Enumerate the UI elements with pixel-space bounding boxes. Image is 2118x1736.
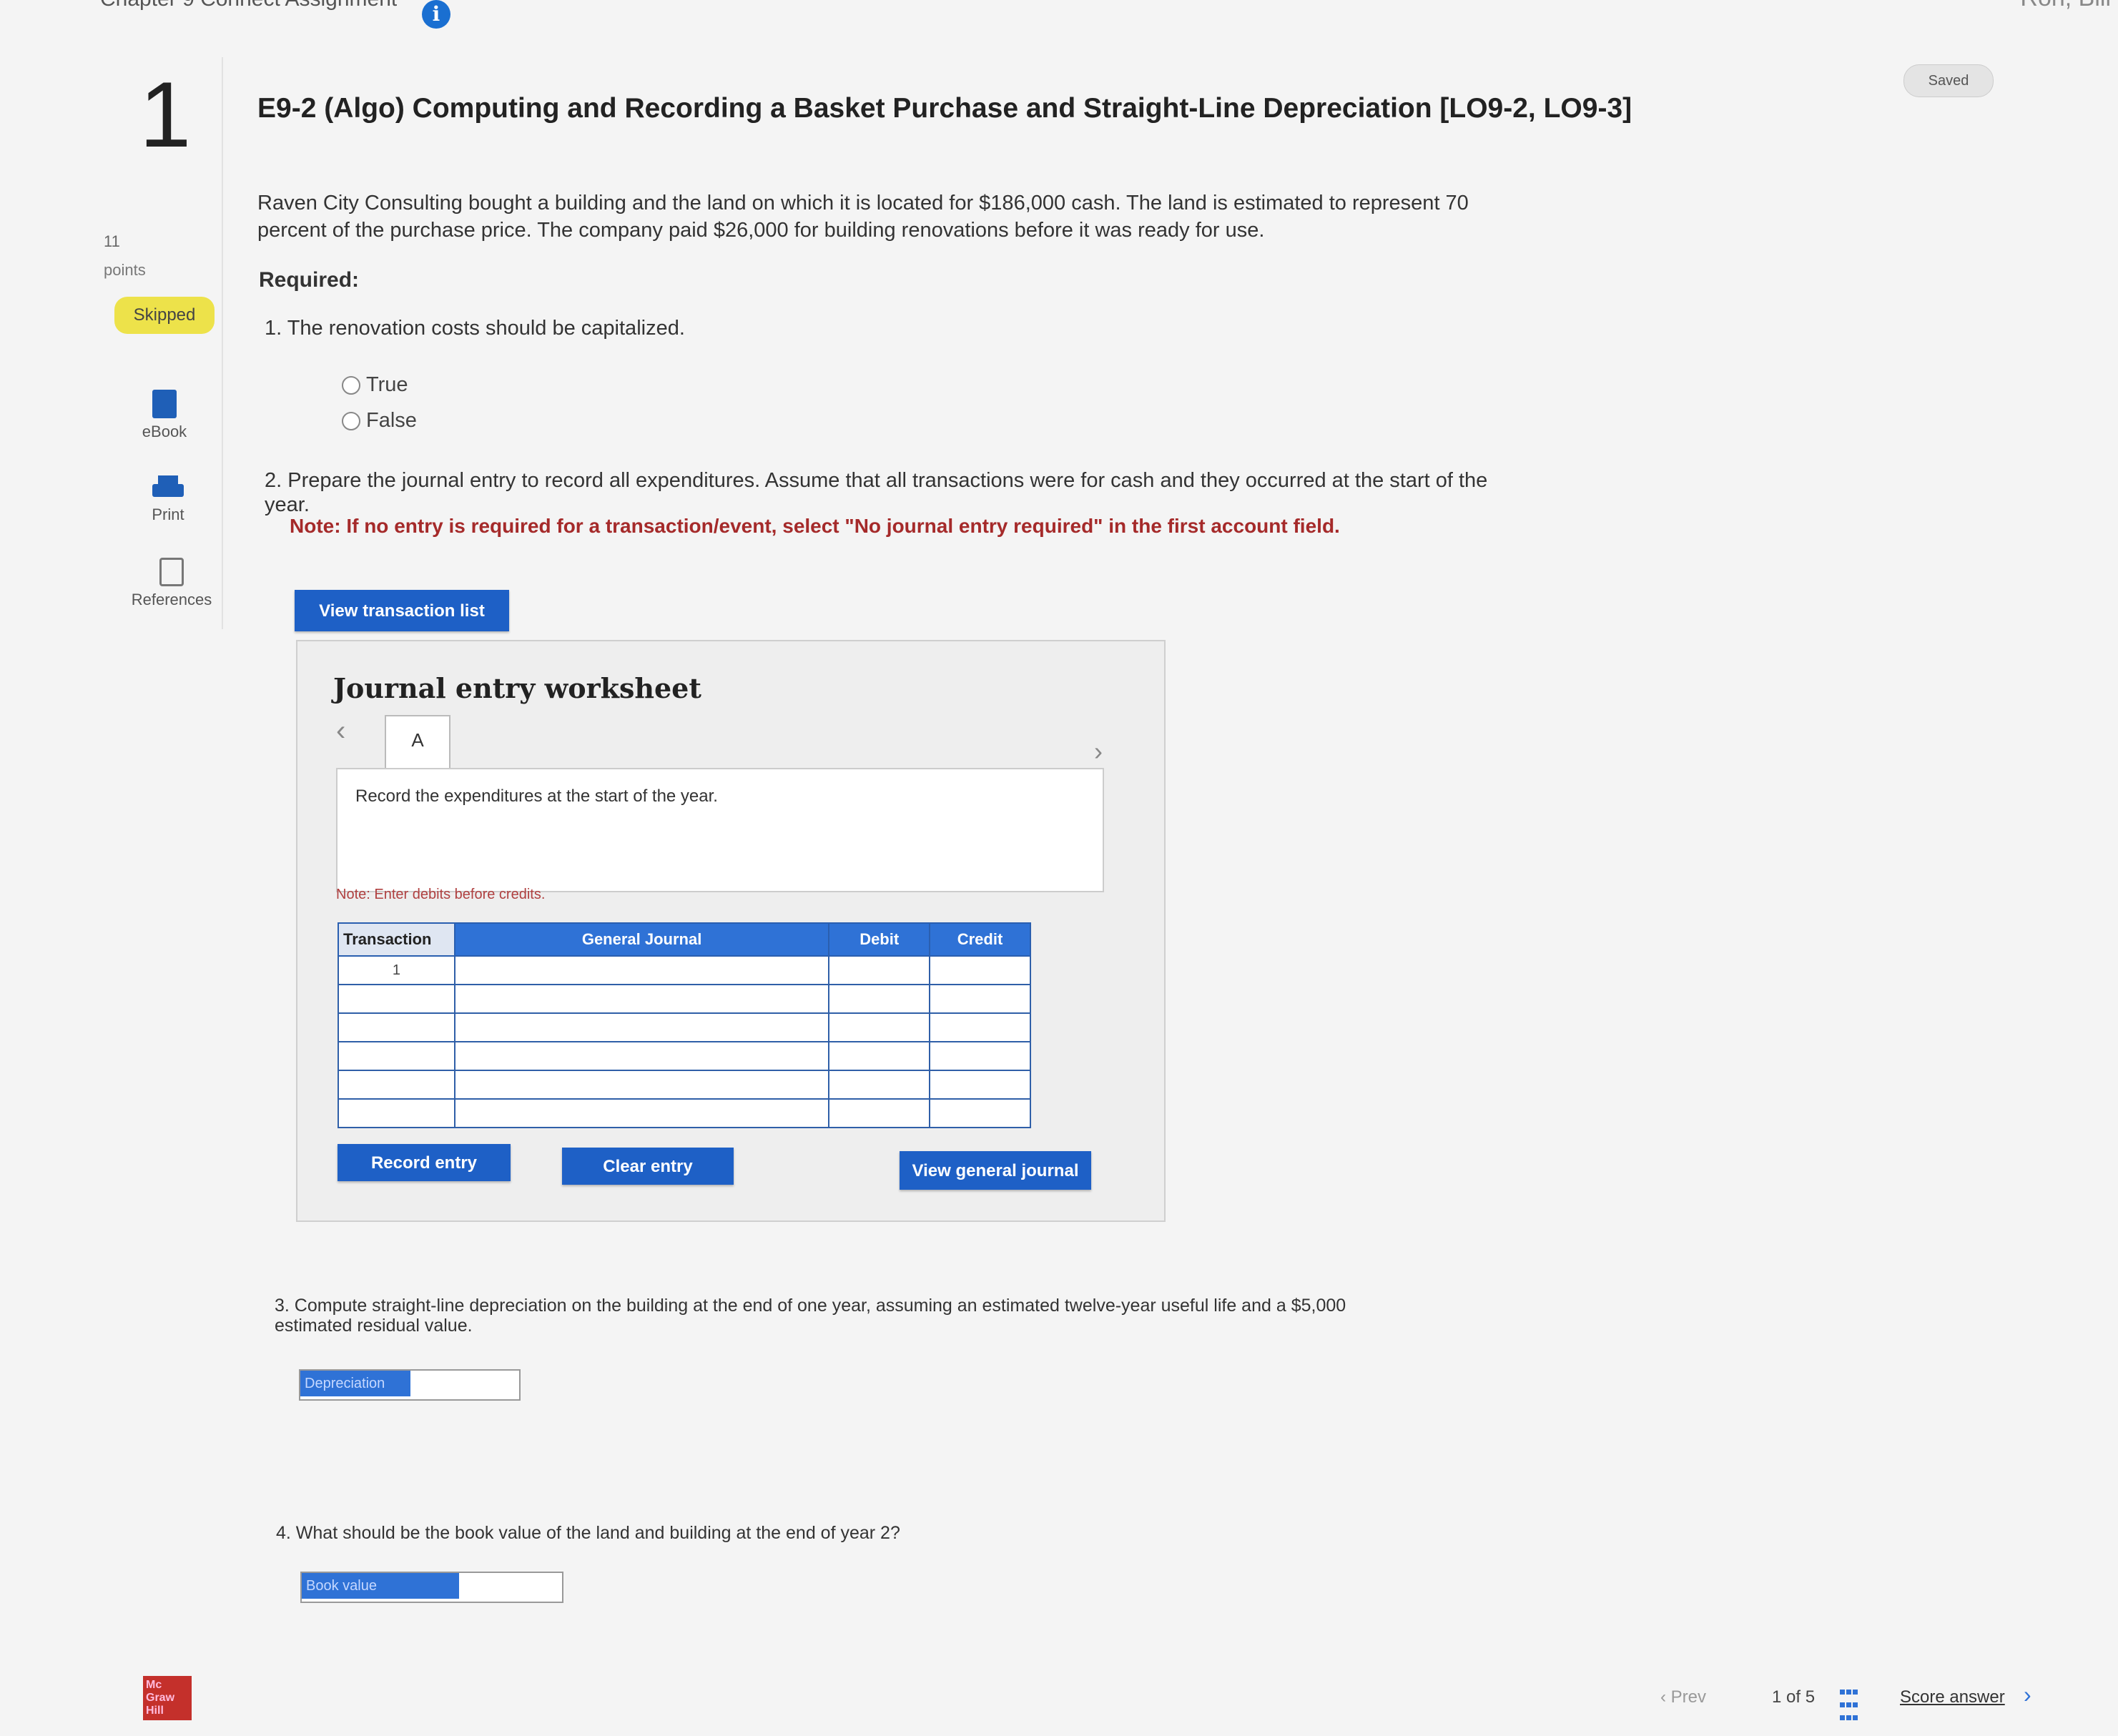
grid-icon[interactable]: [1839, 1686, 1859, 1720]
references-button[interactable]: References: [118, 558, 225, 609]
credit-input[interactable]: [928, 1041, 1032, 1071]
transaction-cell: [338, 1041, 455, 1071]
question-2-note: Note: If no entry is required for a tran…: [290, 515, 1340, 537]
page-count: 1 of 5: [1772, 1687, 1816, 1707]
worksheet-title: Journal entry worksheet: [333, 672, 701, 704]
question-1-text: 1. The renovation costs should be capita…: [265, 317, 685, 340]
mcgraw-hill-logo: Mc Graw Hill: [143, 1676, 192, 1720]
print-button[interactable]: Print: [114, 475, 222, 524]
option-false[interactable]: False: [342, 409, 417, 433]
depreciation-label: Depreciation: [300, 1371, 410, 1396]
table-row: [338, 1070, 1032, 1100]
ebook-button[interactable]: eBook: [111, 390, 218, 441]
column-debit: Debit: [828, 922, 930, 957]
option-true[interactable]: True: [342, 373, 408, 397]
question-title: E9-2 (Algo) Computing and Recording a Ba…: [257, 93, 1632, 124]
user-name[interactable]: Ron, Bill: [2020, 0, 2111, 12]
ebook-icon: [152, 390, 177, 418]
account-input[interactable]: [453, 1041, 830, 1071]
transaction-cell: [338, 1070, 455, 1100]
account-input[interactable]: [453, 984, 830, 1014]
table-row: [338, 984, 1032, 1014]
account-input[interactable]: [453, 1070, 830, 1100]
option-true-label: True: [366, 373, 408, 396]
column-transaction: Transaction: [338, 922, 455, 957]
question-2-text: 2. Prepare the journal entry to record a…: [265, 469, 1488, 516]
assignment-title: Chapter 9 Connect Assignment: [100, 0, 397, 11]
book-value-label: Book value: [302, 1573, 459, 1599]
question-number: 1: [139, 62, 192, 167]
table-row: [338, 1098, 1032, 1128]
credit-input[interactable]: [928, 1070, 1032, 1100]
points-value: 11: [104, 232, 120, 250]
credit-input[interactable]: [928, 1098, 1032, 1128]
journal-table: Transaction General Journal Debit Credit…: [338, 922, 1032, 1128]
transaction-cell: [338, 1098, 455, 1128]
record-entry-button[interactable]: Record entry: [338, 1144, 511, 1181]
tab-a[interactable]: A: [385, 715, 450, 771]
next-icon[interactable]: ›: [2024, 1682, 2031, 1708]
view-transaction-list-button[interactable]: View transaction list: [295, 590, 509, 631]
radio-false[interactable]: [342, 412, 360, 431]
account-input[interactable]: [453, 955, 830, 985]
option-false-label: False: [366, 409, 417, 432]
references-icon: [159, 558, 184, 586]
table-row: 1: [338, 955, 1032, 985]
print-label: Print: [152, 505, 184, 523]
transaction-cell: [338, 984, 455, 1014]
transaction-cell: 1: [338, 955, 455, 985]
skipped-badge: Skipped: [114, 297, 215, 334]
references-label: References: [131, 591, 212, 608]
prev-button[interactable]: ‹ Prev: [1660, 1687, 1706, 1707]
credit-input[interactable]: [928, 955, 1032, 985]
debit-input[interactable]: [828, 1012, 930, 1042]
print-icon: [152, 475, 184, 501]
radio-true[interactable]: [342, 376, 360, 395]
column-credit: Credit: [928, 922, 1032, 957]
account-input[interactable]: [453, 1098, 830, 1128]
points-label: points: [104, 261, 146, 279]
credit-input[interactable]: [928, 1012, 1032, 1042]
chevron-right-icon[interactable]: ›: [1094, 736, 1103, 766]
debit-input[interactable]: [828, 955, 930, 985]
question-3-text: 3. Compute straight-line depreciation on…: [275, 1296, 1346, 1336]
clear-entry-button[interactable]: Clear entry: [562, 1148, 734, 1185]
transaction-cell: [338, 1012, 455, 1042]
chevron-left-icon[interactable]: ‹: [336, 715, 345, 747]
question-paragraph: Raven City Consulting bought a building …: [257, 192, 1469, 242]
debit-input[interactable]: [828, 984, 930, 1014]
worksheet-description: Record the expenditures at the start of …: [355, 786, 718, 806]
question-4-text: 4. What should be the book value of the …: [276, 1523, 900, 1543]
debit-input[interactable]: [828, 1098, 930, 1128]
table-row: [338, 1012, 1032, 1042]
credit-input[interactable]: [928, 984, 1032, 1014]
required-label: Required:: [259, 268, 360, 292]
info-icon[interactable]: i: [422, 0, 450, 29]
table-row: [338, 1041, 1032, 1071]
column-general-journal: General Journal: [453, 922, 830, 957]
debit-input[interactable]: [828, 1070, 930, 1100]
worksheet-note: Note: Enter debits before credits.: [336, 887, 546, 902]
score-answer-link[interactable]: Score answer: [1900, 1687, 2005, 1707]
debit-input[interactable]: [828, 1041, 930, 1071]
prev-label: Prev: [1670, 1687, 1707, 1707]
view-general-journal-button[interactable]: View general journal: [900, 1151, 1091, 1190]
account-input[interactable]: [453, 1012, 830, 1042]
saved-status: Saved: [1903, 64, 1994, 97]
ebook-label: eBook: [142, 423, 187, 440]
